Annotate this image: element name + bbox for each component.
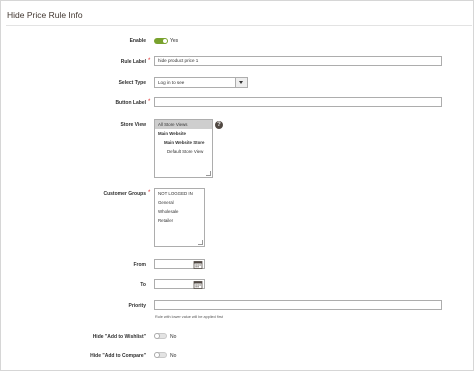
from-label: From — [133, 262, 147, 268]
priority-input[interactable] — [154, 300, 442, 310]
customer-group-option[interactable]: General — [155, 198, 204, 207]
hide-wishlist-label: Hide "Add to Wishlist" — [92, 334, 146, 340]
calendar-icon[interactable] — [193, 280, 203, 289]
button-label-label: Button Label — [115, 100, 146, 106]
enable-toggle[interactable] — [154, 38, 168, 44]
select-type-value: Log in to see — [158, 80, 185, 85]
store-view-label: Store View — [120, 122, 146, 128]
enable-state: Yes — [170, 38, 179, 44]
calendar-icon[interactable] — [193, 260, 203, 269]
required-marker: * — [148, 58, 151, 64]
hide-wishlist-toggle[interactable] — [154, 333, 167, 339]
store-view-option[interactable]: All Store Views — [155, 120, 212, 129]
rule-label-label: Rule Label — [120, 59, 146, 65]
store-view-group: Main Website — [158, 131, 186, 136]
toggle-knob — [154, 352, 160, 358]
required-marker: * — [148, 190, 151, 196]
customer-group-option[interactable]: Retailer — [155, 216, 204, 225]
section-title: Hide Price Rule Info — [7, 10, 83, 20]
dropdown-button[interactable] — [235, 78, 247, 87]
toggle-knob — [154, 333, 160, 339]
hide-compare-label: Hide "Add to Compare" — [90, 353, 146, 359]
chevron-down-icon — [239, 81, 243, 84]
required-marker: * — [148, 99, 151, 105]
customer-group-option[interactable]: Wholesale — [155, 207, 204, 216]
hide-compare-toggle[interactable] — [154, 352, 167, 358]
priority-label: Priority — [128, 303, 146, 309]
hide-compare-state: No — [170, 353, 177, 359]
store-view-group: Main Website Store — [164, 140, 205, 145]
resize-handle[interactable] — [198, 240, 203, 245]
store-view-multiselect[interactable]: All Store Views Main Website Main Websit… — [154, 119, 213, 178]
priority-note: Rule with lower value will be applied fi… — [155, 315, 223, 319]
store-view-option[interactable]: Default Store View — [155, 147, 212, 156]
help-icon[interactable]: ? — [215, 121, 223, 129]
customer-groups-label: Customer Groups — [103, 191, 146, 197]
select-type-dropdown[interactable]: Log in to see — [154, 77, 248, 88]
rule-label-input[interactable]: hide product price 1 — [154, 56, 442, 66]
hide-wishlist-state: No — [170, 334, 177, 340]
customer-groups-multiselect[interactable]: NOT LOGGED IN General Wholesale Retailer — [154, 188, 205, 247]
customer-group-option[interactable]: NOT LOGGED IN — [155, 189, 204, 198]
enable-label: Enable — [129, 38, 146, 44]
button-label-input[interactable] — [154, 97, 442, 107]
divider — [6, 25, 472, 26]
toggle-knob — [162, 38, 168, 44]
to-label: To — [140, 282, 146, 288]
select-type-label: Select Type — [118, 80, 146, 86]
resize-handle[interactable] — [206, 171, 211, 176]
